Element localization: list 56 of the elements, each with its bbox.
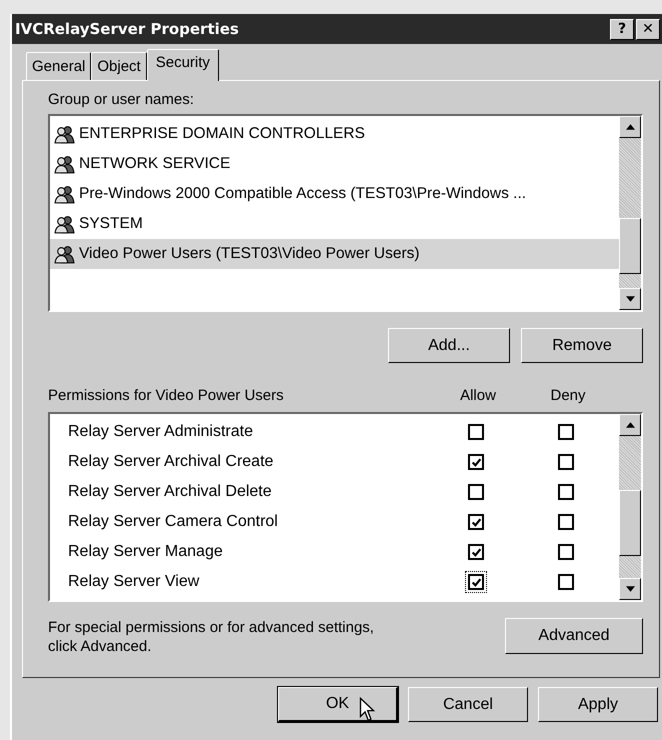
- users-icon: [54, 244, 75, 264]
- user-list-item[interactable]: Pre-Windows 2000 Compatible Access (TEST03\Pre-Windows ...: [50, 179, 619, 209]
- user-list-item[interactable]: Video Power Users (TEST03\Video Power Users): [50, 239, 619, 269]
- user-list-item[interactable]: SYSTEM: [50, 209, 619, 239]
- checkbox[interactable]: [465, 451, 487, 473]
- advanced-note: For special permissions or for advanced settings, click Advanced.: [48, 618, 375, 656]
- close-button[interactable]: ✕: [636, 18, 660, 40]
- checkbox[interactable]: [555, 451, 577, 473]
- permission-name: Relay Server Manage: [68, 543, 224, 561]
- check-icon: [470, 546, 482, 558]
- mouse-cursor-icon: [359, 697, 375, 723]
- ok-button[interactable]: OK: [278, 687, 398, 722]
- help-button[interactable]: ?: [610, 18, 634, 40]
- scroll-up-icon[interactable]: [626, 124, 634, 130]
- checkbox[interactable]: [555, 421, 577, 443]
- column-header: Allow: [459, 387, 497, 404]
- checkbox[interactable]: [465, 511, 487, 533]
- users-icon: [54, 184, 75, 204]
- tab[interactable]: Security: [146, 49, 219, 81]
- checkbox[interactable]: [465, 541, 487, 563]
- tab[interactable]: General: [26, 52, 92, 80]
- user-list-item[interactable]: ENTERPRISE DOMAIN CONTROLLERS: [50, 119, 619, 149]
- checkbox[interactable]: [555, 511, 577, 533]
- checkbox[interactable]: [465, 571, 487, 593]
- checkbox[interactable]: [555, 541, 577, 563]
- permissions-label: Permissions for Video Power Users: [48, 387, 285, 404]
- checkbox[interactable]: [555, 481, 577, 503]
- permission-name: Relay Server Archival Create: [68, 453, 274, 471]
- apply-button[interactable]: Apply: [538, 687, 658, 722]
- column-header: Deny: [549, 387, 587, 404]
- window-title: IVCRelayServer Properties: [15, 20, 239, 38]
- scroll-down-icon[interactable]: [626, 296, 634, 302]
- user-list-item[interactable]: NETWORK SERVICE: [50, 149, 619, 179]
- users-icon: [54, 154, 75, 174]
- permission-name: Relay Server Administrate: [68, 423, 254, 441]
- scrollbar[interactable]: [619, 414, 641, 600]
- checkbox[interactable]: [555, 571, 577, 593]
- list-label: Group or user names:: [48, 91, 195, 108]
- users-icon: [54, 124, 75, 144]
- scrollbar[interactable]: [619, 116, 641, 310]
- permission-name: Relay Server Archival Delete: [68, 483, 273, 501]
- check-icon: [470, 516, 482, 528]
- cancel-button[interactable]: Cancel: [408, 687, 528, 722]
- scroll-up-icon[interactable]: [626, 422, 634, 428]
- tab[interactable]: Object: [91, 52, 147, 80]
- permission-name: Relay Server Camera Control: [68, 513, 279, 531]
- check-icon: [470, 456, 482, 468]
- scroll-down-icon[interactable]: [626, 586, 634, 592]
- check-icon: [470, 576, 482, 588]
- remove-button[interactable]: Add...: [388, 328, 510, 363]
- permission-name: Relay Server View: [68, 573, 200, 591]
- checkbox[interactable]: [465, 421, 487, 443]
- remove-button[interactable]: Remove: [521, 328, 643, 363]
- users-icon: [54, 214, 75, 234]
- checkbox[interactable]: [465, 481, 487, 503]
- advanced-button[interactable]: Advanced: [505, 618, 643, 654]
